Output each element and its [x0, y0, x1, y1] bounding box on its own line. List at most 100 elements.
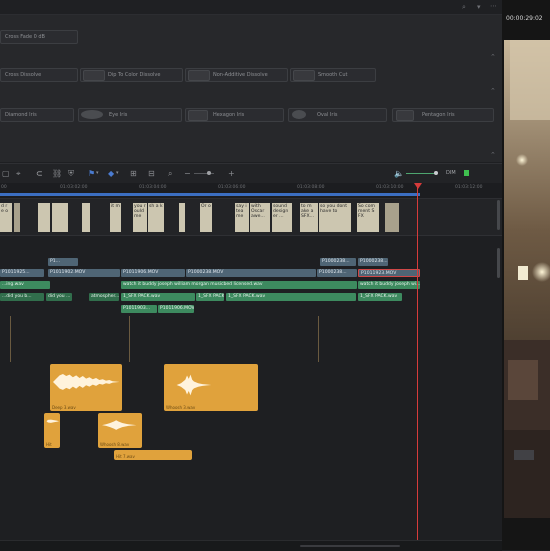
track-scrollbar[interactable] [497, 248, 500, 278]
sfx-clip[interactable]: 1_SFX PACK.wav [226, 293, 356, 301]
clip-label: Hit [46, 442, 52, 447]
audio-clip[interactable]: P1011903... [121, 305, 157, 313]
effect-eye-iris[interactable]: Eye Iris [78, 108, 182, 122]
trim-tool-icon[interactable]: ▢ [2, 164, 10, 183]
title-clip[interactable] [14, 203, 20, 232]
waveform [52, 374, 120, 391]
effect-non-additive-dissolve[interactable]: Non-Additive Dissolve [185, 68, 288, 82]
effect-diamond-iris[interactable]: Diamond Iris [0, 108, 74, 122]
dim-button[interactable]: DIM [446, 170, 456, 176]
flag-icon[interactable]: ⚑ [88, 164, 95, 183]
title-clip[interactable]: sound design er ... [272, 203, 292, 232]
sfx-audio-clip[interactable]: Whoosh 8.wav [98, 413, 142, 448]
title-clip[interactable]: d r e o [0, 203, 12, 232]
zoom-full-icon[interactable]: ⊞ [130, 164, 137, 183]
title-clip[interactable] [52, 203, 68, 232]
sfx-audio-clip[interactable]: Hit [44, 413, 60, 448]
video-clip[interactable]: P1011906.MOV [121, 269, 185, 277]
timeline-ruler[interactable]: 00 01:03:02:00 01:03:04:00 01:03:06:00 0… [0, 183, 502, 199]
title-clip[interactable]: to m ake a SFX... [300, 203, 318, 232]
search-icon[interactable]: ⌕ [462, 3, 466, 12]
selected-video-clip[interactable]: P1011923.MOV [358, 269, 420, 277]
sfx-clip[interactable]: 1_SFX PACK.wav [121, 293, 195, 301]
collapse-chevron-icon[interactable]: ⌃ [490, 53, 496, 61]
title-clip[interactable]: sh a k [148, 203, 164, 232]
zoom-slider-handle[interactable] [207, 171, 211, 175]
music-clip[interactable]: watch it buddy joseph william morgan mus… [121, 281, 357, 289]
timeline-range-bar [0, 193, 420, 196]
zoom-out-icon[interactable]: − [184, 164, 191, 183]
audio-clip[interactable]: P1011906.MOV [158, 305, 194, 313]
zoom-in-icon[interactable]: + [228, 164, 235, 183]
audio-clip[interactable]: ...did you b... [0, 293, 44, 301]
dropdown-icon[interactable]: ▾ [477, 3, 481, 11]
sfx-audio-clip[interactable]: Deep 3.wav [50, 364, 122, 411]
zoom-detail-icon[interactable]: ⊟ [148, 164, 155, 183]
zoom-custom-icon[interactable]: ⌕ [168, 164, 172, 183]
effect-pentagon-iris[interactable]: Pentagon Iris [392, 108, 494, 122]
title-clip[interactable]: so you dont have to [319, 203, 351, 232]
effect-thumbnail [293, 70, 315, 81]
effect-oval-iris[interactable]: Oval Iris [288, 108, 387, 122]
sfx-clip[interactable]: 1_SFX PACK.wav [196, 293, 224, 301]
sfx-audio-clip[interactable]: Whoosh 3.wav [164, 364, 258, 411]
oval-thumbnail [292, 110, 306, 119]
video-clip[interactable]: P1... [48, 258, 78, 266]
lock-icon[interactable]: ⛨ [68, 164, 74, 183]
volume-line [129, 316, 130, 362]
volume-icon[interactable]: 🔈 [394, 164, 404, 183]
horizontal-scrollbar[interactable] [300, 545, 400, 547]
timeline-scrollbar[interactable] [497, 200, 500, 230]
collapse-chevron-icon[interactable]: ⌃ [490, 87, 496, 95]
title-clip[interactable]: with Oscar awe... [250, 203, 270, 232]
marker-icon[interactable]: ◆ [108, 164, 114, 183]
effect-dip-to-color[interactable]: Dip To Color Dissolve [80, 68, 183, 82]
video-clip[interactable]: P1000238... [358, 258, 388, 266]
audio-clip[interactable]: atmospher... [89, 293, 119, 301]
effect-hexagon-iris[interactable]: Hexagon Iris [185, 108, 284, 122]
title-clip[interactable]: say i tea me [235, 203, 249, 232]
ruler-timecode: 01:03:02:00 [60, 185, 88, 190]
title-clip[interactable] [82, 203, 90, 232]
link-icon[interactable]: ⛓ [52, 164, 62, 183]
title-clip[interactable]: it m [110, 203, 121, 232]
music-clip[interactable]: watch it buddy joseph wi... [358, 281, 420, 289]
playhead-line[interactable] [417, 183, 418, 550]
ruler-timecode: 01:03:04:00 [139, 185, 167, 190]
zoom-slider-track[interactable] [194, 173, 214, 174]
effect-thumbnail [83, 70, 105, 81]
sfx-clip[interactable]: 1_SFX PACK.wav [358, 293, 402, 301]
video-clip[interactable]: P1000238... [317, 269, 357, 277]
more-options-icon[interactable]: ⋯ [490, 2, 497, 10]
cross-fade-effect[interactable]: Cross Fade 0 dB [0, 30, 78, 44]
title-clip[interactable]: Or o [200, 203, 212, 232]
audio-clip[interactable]: did you ... [46, 293, 72, 301]
title-clip[interactable] [385, 203, 399, 232]
title-clip[interactable]: you r ould me [133, 203, 147, 232]
razor-icon[interactable]: ⌖ [16, 164, 21, 183]
video-clip[interactable]: P1011902.MOV [48, 269, 120, 277]
collapse-chevron-icon[interactable]: ⌃ [490, 151, 496, 159]
video-clip[interactable]: P1011925... [0, 269, 44, 277]
marker-dropdown-icon[interactable]: ▾ [116, 164, 119, 183]
video-clip[interactable]: P1000238.MOV [186, 269, 316, 277]
sfx-audio-clip[interactable]: Hit 7.wav [114, 450, 192, 460]
flag-dropdown-icon[interactable]: ▾ [96, 164, 99, 183]
waveform [101, 420, 137, 431]
video-clip[interactable]: P1000238... [320, 258, 356, 266]
volume-slider-track[interactable] [406, 173, 436, 174]
effect-label: Hexagon Iris [213, 112, 245, 118]
effect-thumbnail [396, 110, 414, 121]
title-clip[interactable] [179, 203, 185, 232]
eye-iris-thumbnail [81, 110, 103, 119]
title-clip[interactable]: So com ment S FX [357, 203, 379, 232]
snapping-icon[interactable]: ⊂ [36, 164, 43, 183]
title-clip[interactable] [38, 203, 50, 232]
playhead-handle[interactable] [414, 183, 422, 189]
cross-fade-label: Cross Fade 0 dB [5, 34, 45, 40]
effect-smooth-cut[interactable]: Smooth Cut [290, 68, 376, 82]
volume-slider-handle[interactable] [434, 171, 438, 175]
effect-cross-dissolve[interactable]: Cross Dissolve [0, 68, 78, 82]
audio-clip[interactable]: ...ing.wav [0, 281, 50, 289]
volume-line [10, 316, 11, 362]
